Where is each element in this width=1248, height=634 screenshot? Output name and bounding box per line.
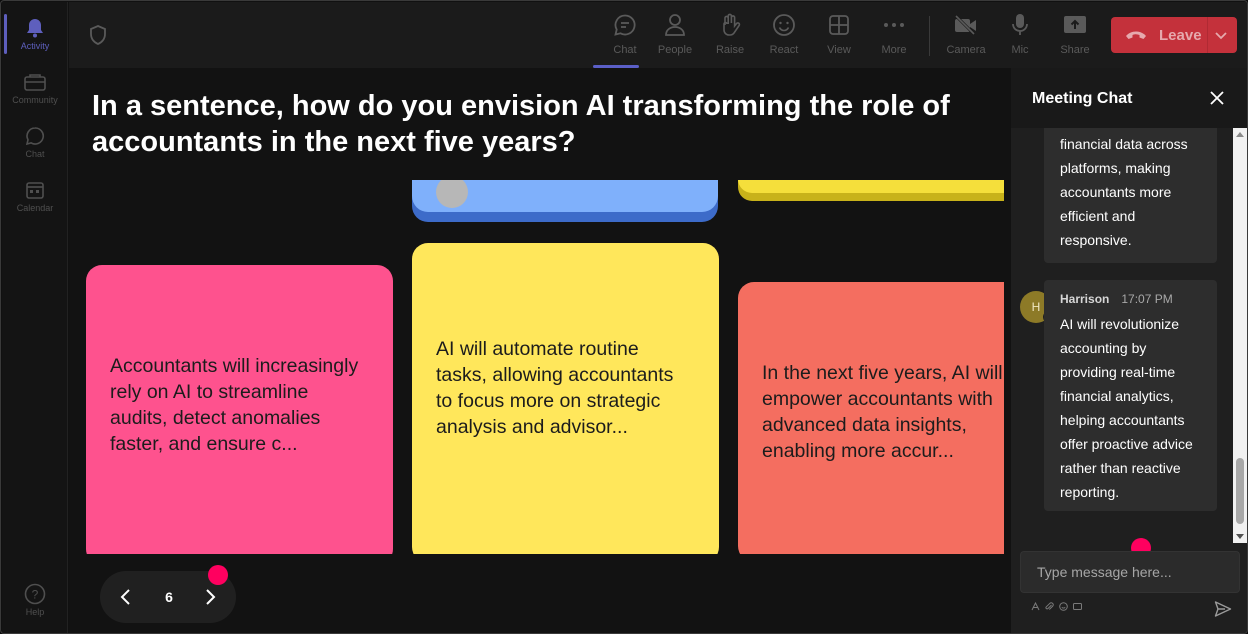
chevron-down-icon[interactable]: [1213, 27, 1229, 43]
toolbar-raise-button[interactable]: Raise: [704, 10, 756, 62]
response-note-partial[interactable]: [738, 180, 1004, 201]
rail-item-label: Activity: [20, 41, 50, 51]
chevron-left-icon[interactable]: [116, 587, 136, 607]
chat-icon: [24, 125, 46, 147]
scroll-down-icon[interactable]: [1236, 534, 1244, 539]
message-text: AI will revolutionize accounting by prov…: [1060, 316, 1193, 500]
leave-divider: [1207, 17, 1208, 53]
response-text: In the next five years, AI will empower …: [762, 362, 1003, 462]
message-compose-box[interactable]: [1020, 551, 1240, 593]
mic-icon: [1007, 12, 1033, 38]
rail-item-help[interactable]: ? Help: [2, 574, 68, 626]
more-icon: [881, 12, 907, 38]
message-author: Harrison: [1060, 292, 1110, 306]
message-input[interactable]: [1021, 552, 1239, 592]
toolbar-share-button[interactable]: Share: [1049, 10, 1101, 62]
toolbar-label: People: [657, 44, 693, 56]
chevron-right-icon[interactable]: [200, 587, 220, 607]
response-text: AI will automate routine tasks, allowing…: [436, 338, 674, 438]
chat-icon: [612, 12, 638, 38]
toolbar-label: Chat: [613, 44, 637, 56]
share-icon: [1062, 12, 1088, 38]
help-icon: ?: [24, 583, 46, 605]
toolbar-label: React: [769, 44, 799, 56]
note-surface: [738, 180, 1004, 193]
toolbar-camera-button[interactable]: Camera: [940, 10, 992, 62]
toolbar-label: More: [881, 44, 907, 56]
compose-toolbar: [1031, 602, 1082, 611]
attach-icon[interactable]: [1045, 602, 1054, 611]
message-timestamp: 17:07 PM: [1121, 292, 1173, 306]
scrollbar-thumb[interactable]: [1236, 458, 1244, 524]
view-icon: [826, 12, 852, 38]
svg-text:?: ?: [32, 588, 39, 602]
notification-dot: [208, 565, 228, 585]
toolbar-mic-button[interactable]: Mic: [994, 10, 1046, 62]
toolbar-view-button[interactable]: View: [813, 10, 865, 62]
rail-item-label: Calendar: [16, 203, 54, 213]
toolbar-divider: [929, 16, 930, 56]
hang-up-icon: [1125, 26, 1147, 44]
rail-item-label: Help: [25, 607, 45, 617]
scroll-up-icon[interactable]: [1236, 132, 1244, 137]
message-meta: Harrison 17:07 PM: [1060, 287, 1201, 311]
chat-title: Meeting Chat: [1032, 90, 1133, 107]
response-note[interactable]: AI will automate routine tasks, allowing…: [412, 243, 719, 554]
page-number: 6: [165, 589, 173, 605]
rail-item-chat[interactable]: Chat: [2, 116, 68, 168]
responses-board: Accountants will increasingly rely on AI…: [69, 180, 1004, 554]
app-window: Activity Community Chat Calendar ? Help: [0, 0, 1248, 634]
chat-message: financial data across platforms, making …: [1044, 128, 1217, 263]
toolbar-label: Raise: [715, 44, 745, 56]
response-note[interactable]: In the next five years, AI will empower …: [738, 282, 1004, 554]
calendar-icon: [24, 179, 46, 201]
leave-button[interactable]: Leave: [1111, 17, 1237, 53]
gif-icon[interactable]: [1073, 602, 1082, 611]
response-text: Accountants will increasingly rely on AI…: [110, 355, 359, 455]
chat-messages: financial data across platforms, making …: [1011, 128, 1233, 543]
bell-icon: [24, 17, 46, 39]
toolbar-react-button[interactable]: React: [758, 10, 810, 62]
response-note-partial[interactable]: [412, 180, 718, 222]
close-icon[interactable]: [1209, 90, 1225, 106]
presentation-stage: In a sentence, how do you envision AI tr…: [69, 68, 1011, 633]
react-icon: [771, 12, 797, 38]
toolbar-label: Share: [1060, 44, 1090, 56]
toolbar-label: Camera: [946, 44, 986, 56]
rail-item-community[interactable]: Community: [2, 62, 68, 114]
meeting-chat-panel: Meeting Chat financial data across platf…: [1011, 68, 1247, 633]
toolbar-label: View: [827, 44, 851, 56]
raise-hand-icon: [717, 12, 743, 38]
toolbar-more-button[interactable]: More: [868, 10, 920, 62]
rail-item-calendar[interactable]: Calendar: [2, 170, 68, 222]
avatar-initial: H: [1031, 300, 1041, 314]
format-icon[interactable]: [1031, 602, 1040, 611]
question-title: In a sentence, how do you envision AI tr…: [92, 90, 950, 158]
left-rail: Activity Community Chat Calendar ? Help: [2, 2, 68, 633]
toolbar-label: Mic: [1011, 44, 1029, 56]
rail-item-label: Community: [12, 95, 58, 105]
toolbar-people-button[interactable]: People: [649, 10, 701, 62]
toolbar-chat-button[interactable]: Chat: [593, 10, 651, 68]
people-icon: [662, 12, 688, 38]
shield-icon[interactable]: [87, 24, 109, 46]
response-note[interactable]: Accountants will increasingly rely on AI…: [86, 265, 393, 554]
leave-label: Leave: [1159, 26, 1202, 44]
send-icon[interactable]: [1214, 600, 1232, 618]
rail-item-activity[interactable]: Activity: [2, 8, 68, 60]
message-text: financial data across platforms, making …: [1060, 136, 1188, 248]
community-icon: [24, 71, 46, 93]
camera-off-icon: [953, 12, 979, 38]
chat-header: Meeting Chat: [1011, 68, 1247, 128]
chat-message: Harrison 17:07 PM AI will revolutionize …: [1044, 280, 1217, 511]
rail-item-label: Chat: [25, 149, 45, 159]
meeting-toolbar: Chat People Raise React View More Camera…: [69, 2, 1247, 68]
emoji-icon[interactable]: [1059, 602, 1068, 611]
chat-scrollbar[interactable]: [1233, 128, 1247, 543]
